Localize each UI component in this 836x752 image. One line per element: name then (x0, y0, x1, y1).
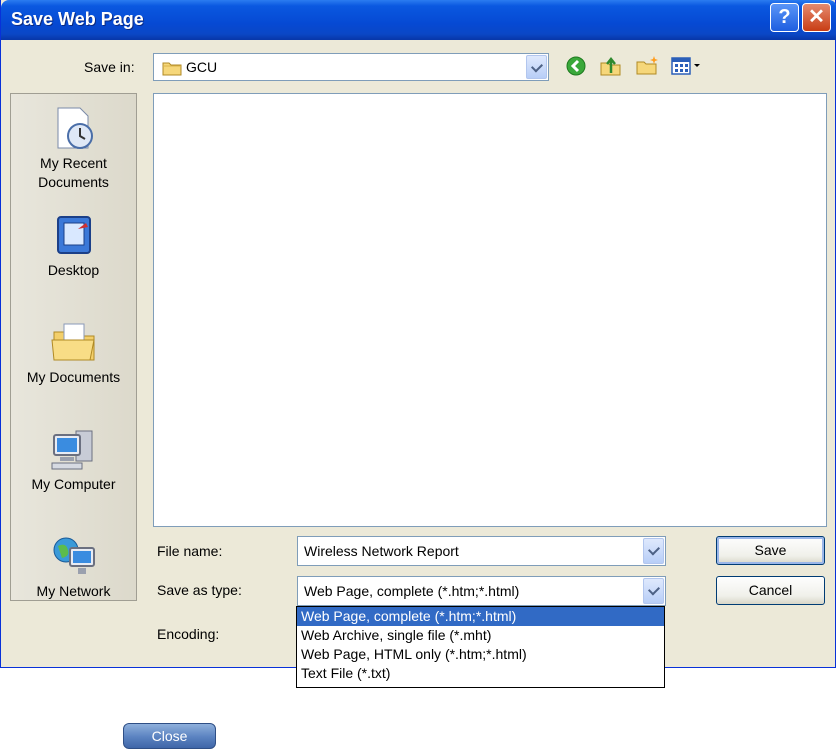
file-name-input[interactable]: Wireless Network Report (304, 543, 459, 559)
place-label: Desktop (47, 262, 100, 278)
encoding-label: Encoding: (157, 626, 220, 642)
save-button[interactable]: Save (716, 536, 825, 565)
view-menu-icon[interactable] (670, 55, 704, 77)
list-item[interactable]: Web Page, complete (*.htm;*.html) (297, 607, 664, 626)
place-label: My Documents (26, 369, 121, 385)
chevron-down-icon[interactable] (643, 578, 664, 604)
list-item[interactable]: Web Page, HTML only (*.htm;*.html) (297, 645, 664, 664)
save-as-type-label: Save as type: (157, 582, 242, 598)
place-my-documents[interactable]: My Documents (11, 318, 136, 387)
list-item[interactable]: Web Archive, single file (*.mht) (297, 626, 664, 645)
place-my-recent-documents[interactable]: My Recent Documents (11, 104, 136, 192)
save-as-type-value: Web Page, complete (*.htm;*.html) (304, 583, 520, 599)
back-icon[interactable] (565, 55, 587, 77)
dialog-title: Save Web Page (11, 9, 144, 29)
save-as-type-combobox[interactable]: Web Page, complete (*.htm;*.html) (297, 576, 666, 606)
place-label: My Recent Documents (38, 155, 109, 190)
file-list[interactable] (153, 93, 827, 527)
file-name-label: File name: (157, 543, 223, 559)
my-network-icon (53, 537, 95, 574)
close-window-button[interactable]: ✕ (802, 3, 831, 32)
my-computer-icon (51, 430, 92, 470)
my-documents-icon (50, 323, 95, 361)
folder-icon (162, 62, 182, 76)
save-as-type-dropdown-list: Web Page, complete (*.htm;*.html) Web Ar… (296, 606, 665, 688)
desktop-icon (56, 216, 91, 254)
save-in-value: GCU (186, 59, 218, 75)
save-in-label: Save in: (84, 59, 135, 75)
recent-documents-icon (57, 107, 93, 149)
place-label: My Network (36, 583, 111, 599)
place-my-network[interactable]: My Network (11, 532, 136, 601)
help-button[interactable]: ? (770, 3, 799, 32)
place-label: My Computer (31, 476, 116, 492)
new-folder-icon[interactable] (635, 55, 659, 77)
place-my-computer[interactable]: My Computer (11, 425, 136, 494)
title-bar: Save Web Page ? ✕ (1, 0, 836, 40)
cancel-button[interactable]: Cancel (716, 576, 825, 605)
list-item[interactable]: Text File (*.txt) (297, 664, 664, 683)
save-web-page-dialog: Save Web Page ? ✕ Save in: GCU My Recent… (0, 0, 836, 668)
place-desktop[interactable]: Desktop (11, 211, 136, 280)
places-bar: My Recent Documents Desktop My Documents (10, 93, 137, 601)
close-button[interactable]: Close (123, 723, 216, 749)
file-name-combobox[interactable]: Wireless Network Report (297, 536, 666, 566)
chevron-down-icon[interactable] (526, 55, 547, 79)
chevron-down-icon[interactable] (643, 538, 664, 564)
save-in-combobox[interactable]: GCU (153, 53, 549, 81)
up-one-level-icon[interactable] (599, 55, 623, 77)
